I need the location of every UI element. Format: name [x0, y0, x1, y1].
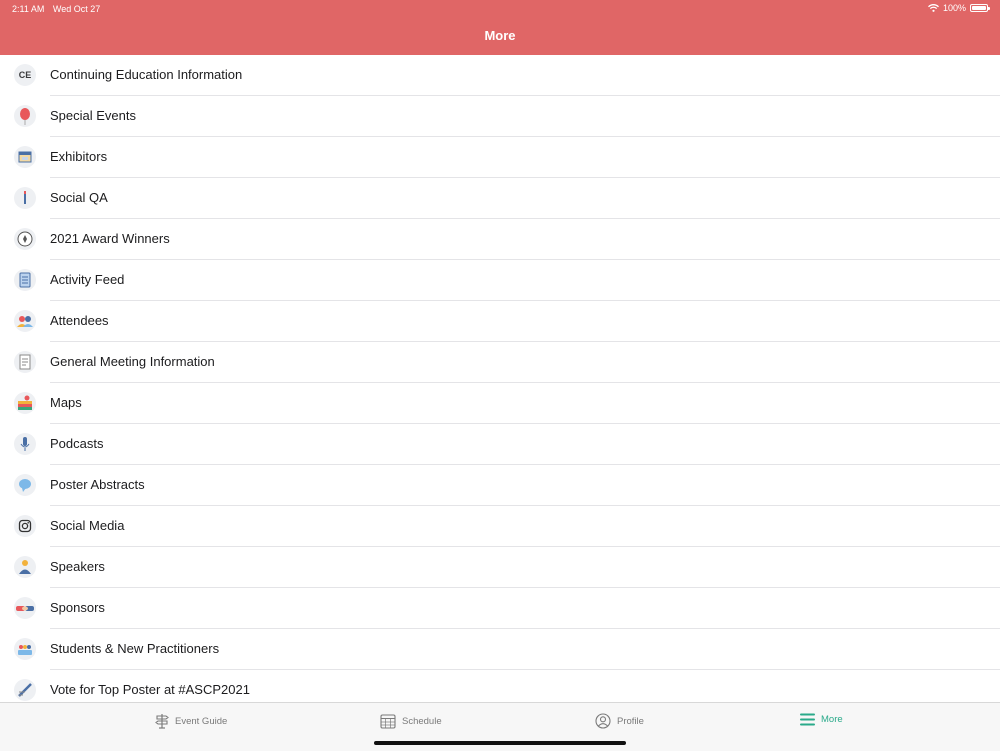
- list-item-label: Maps: [50, 395, 82, 410]
- list-item-label: Special Events: [50, 108, 136, 123]
- award-icon: [14, 228, 36, 250]
- ce-icon: CE: [14, 64, 36, 86]
- person-icon: [595, 713, 611, 729]
- page-title: More: [484, 28, 516, 43]
- menu-icon: [800, 713, 815, 726]
- list-item-special-events[interactable]: Special Events: [0, 96, 1000, 137]
- list-item-social-qa[interactable]: Social QA: [0, 178, 1000, 219]
- list-item-sponsors[interactable]: Sponsors: [0, 588, 1000, 629]
- list-item-maps[interactable]: Maps: [0, 383, 1000, 424]
- list-item-label: Sponsors: [50, 600, 105, 615]
- wifi-icon: [928, 4, 939, 12]
- document-icon: [14, 351, 36, 373]
- signpost-icon: [155, 714, 169, 729]
- ce-icon-text: CE: [18, 70, 32, 80]
- list-item-students[interactable]: Students & New Practitioners: [0, 629, 1000, 670]
- list-item-activity-feed[interactable]: Activity Feed: [0, 260, 1000, 301]
- list-item-label: Podcasts: [50, 436, 104, 451]
- list-item-label: Speakers: [50, 559, 105, 574]
- status-bar-right: 100%: [928, 3, 990, 13]
- list-item-social-media[interactable]: Social Media: [0, 506, 1000, 547]
- list-item-label: Social Media: [50, 518, 125, 533]
- nav-bar: More: [0, 18, 1000, 55]
- list-item-continuing-education[interactable]: CE Continuing Education Information: [0, 55, 1000, 96]
- status-bar-left: 2:11 AM Wed Oct 27: [12, 4, 106, 14]
- list-item-label: Poster Abstracts: [50, 477, 145, 492]
- list-item-general-meeting[interactable]: General Meeting Information: [0, 342, 1000, 383]
- tab-schedule[interactable]: Schedule: [380, 713, 442, 729]
- more-menu-list: CE Continuing Education Information Spec…: [0, 55, 1000, 702]
- list-item-label: Vote for Top Poster at #ASCP2021: [50, 682, 250, 697]
- battery-percent: 100%: [942, 3, 966, 13]
- list-item-poster-abstracts[interactable]: Poster Abstracts: [0, 465, 1000, 506]
- list-item-label: Activity Feed: [50, 272, 125, 287]
- list-item-podcasts[interactable]: Podcasts: [0, 424, 1000, 465]
- tab-label: More: [821, 714, 843, 725]
- speech-bubble-icon: [14, 474, 36, 496]
- booth-icon: [14, 146, 36, 168]
- list-item-label: Exhibitors: [50, 149, 108, 164]
- list-item-label: Attendees: [50, 313, 109, 328]
- status-bar: 2:11 AM Wed Oct 27 100%: [0, 0, 1000, 18]
- list-item-exhibitors[interactable]: Exhibitors: [0, 137, 1000, 178]
- list-item-label: 2021 Award Winners: [50, 231, 170, 246]
- status-time: 2:11 AM: [12, 4, 45, 14]
- tab-label: Profile: [617, 715, 644, 727]
- list-item-speakers[interactable]: Speakers: [0, 547, 1000, 588]
- balloon-icon: [14, 105, 36, 127]
- feed-icon: [14, 269, 36, 291]
- tab-profile[interactable]: Profile: [595, 713, 644, 729]
- tab-event-guide[interactable]: Event Guide: [155, 713, 227, 729]
- instagram-icon: [14, 515, 36, 537]
- calendar-icon: [380, 714, 396, 729]
- vote-icon: [14, 679, 36, 701]
- attendees-icon: [14, 310, 36, 332]
- list-item-label: Students & New Practitioners: [50, 641, 220, 656]
- list-item-award-winners[interactable]: 2021 Award Winners: [0, 219, 1000, 260]
- pencil-icon: [14, 187, 36, 209]
- map-icon: [14, 392, 36, 414]
- speaker-icon: [14, 556, 36, 578]
- handshake-icon: [14, 597, 36, 619]
- students-icon: [14, 638, 36, 660]
- status-date: Wed Oct 27: [52, 4, 101, 14]
- tab-label: Event Guide: [175, 715, 228, 727]
- list-item-vote-top-poster[interactable]: Vote for Top Poster at #ASCP2021: [0, 670, 1000, 702]
- tab-label: Schedule: [402, 715, 442, 727]
- list-item-label: Continuing Education Information: [50, 67, 243, 82]
- microphone-icon: [14, 433, 36, 455]
- list-item-label: General Meeting Information: [50, 354, 215, 369]
- list-item-attendees[interactable]: Attendees: [0, 301, 1000, 342]
- tab-more[interactable]: More: [800, 713, 843, 726]
- list-item-label: Social QA: [50, 190, 108, 205]
- home-indicator: [374, 741, 626, 745]
- battery-icon: [970, 4, 990, 12]
